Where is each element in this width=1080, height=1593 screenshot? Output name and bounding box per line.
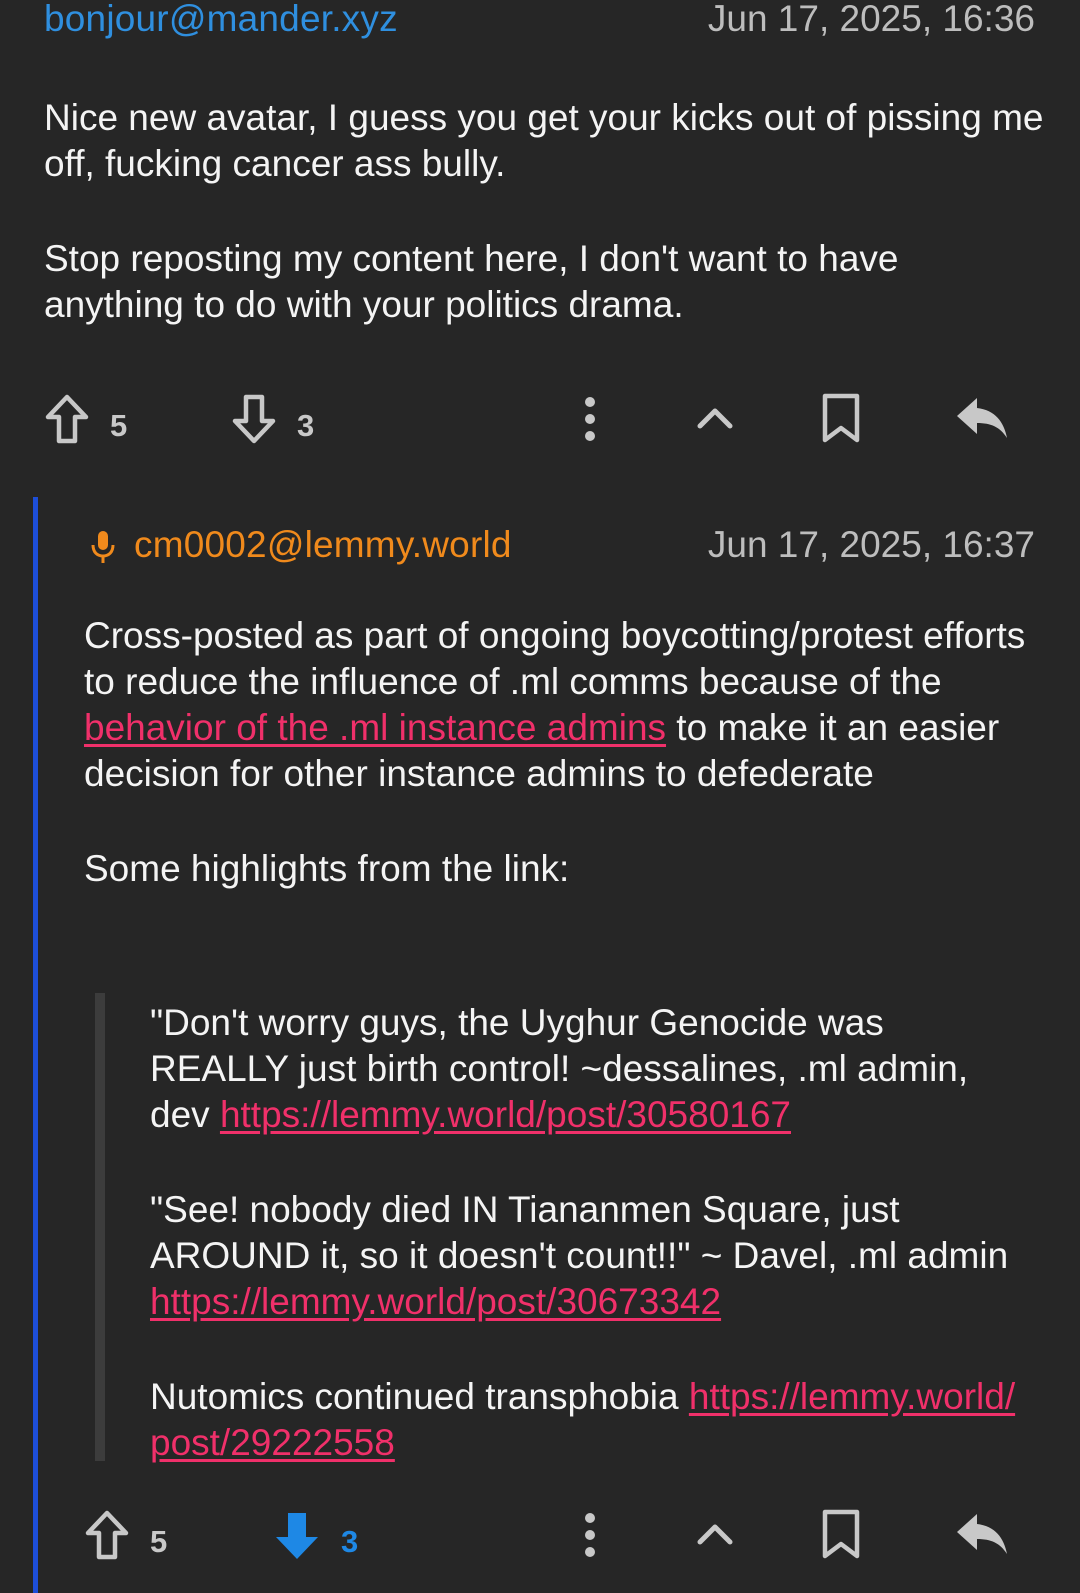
more-vertical-icon[interactable] (580, 396, 600, 442)
admin-behavior-link[interactable]: behavior of the .ml instance admins (84, 707, 666, 748)
upvote-count: 5 (150, 1524, 168, 1559)
blockquote: "Don't worry guys, the Uyghur Genocide w… (150, 1000, 1030, 1515)
quote-text: "See! nobody died IN Tiananmen Square, j… (150, 1189, 1009, 1276)
thread-indent-bar (33, 497, 38, 1593)
upvote-icon[interactable] (44, 394, 90, 444)
bookmark-icon[interactable] (820, 392, 862, 444)
comment-1-username[interactable]: bonjour@mander.xyz (44, 0, 398, 40)
blockquote-bar (95, 993, 105, 1461)
downvote-count: 3 (297, 408, 315, 443)
chevron-up-icon[interactable] (696, 406, 734, 430)
quote-text: Nutomics continued transphobia (150, 1376, 689, 1417)
reply-icon[interactable] (955, 396, 1009, 440)
upvote-icon[interactable] (84, 1510, 130, 1560)
quote-link-1[interactable]: https://lemmy.world/post/30580167 (220, 1094, 791, 1135)
chevron-up-icon[interactable] (696, 1522, 734, 1546)
comment-1-timestamp: Jun 17, 2025, 16:36 (707, 0, 1035, 39)
comment-1-action-bar: 5 3 (0, 390, 1080, 460)
comment-1-body: Nice new avatar, I guess you get your ki… (44, 95, 1044, 377)
downvote-icon[interactable] (231, 394, 277, 444)
downvote-count: 3 (341, 1524, 359, 1559)
comment-2-username[interactable]: cm0002@lemmy.world (134, 524, 512, 566)
microphone-icon (91, 531, 115, 563)
comment-2-paragraph-1: Cross-posted as part of ongoing boycotti… (84, 613, 1034, 797)
comment-2-paragraph-2: Some highlights from the link: (84, 848, 570, 889)
comment-1-paragraph-1: Nice new avatar, I guess you get your ki… (44, 97, 1044, 184)
comment-2-timestamp: Jun 17, 2025, 16:37 (707, 524, 1035, 565)
quote-item-3: Nutomics continued transphobia https://l… (150, 1374, 1030, 1466)
comment-1-paragraph-2: Stop reposting my content here, I don't … (44, 238, 899, 325)
reply-icon[interactable] (955, 1512, 1009, 1556)
comment-2-body: Cross-posted as part of ongoing boycotti… (84, 613, 1034, 941)
upvote-count: 5 (110, 408, 128, 443)
quote-link-2[interactable]: https://lemmy.world/post/30673342 (150, 1281, 721, 1322)
quote-item-1: "Don't worry guys, the Uyghur Genocide w… (150, 1000, 1030, 1138)
downvote-active-icon[interactable] (274, 1510, 320, 1562)
more-vertical-icon[interactable] (580, 1512, 600, 1558)
comment-2-action-bar: 5 3 (0, 1506, 1080, 1576)
comment-1: bonjour@mander.xyz Jun 17, 2025, 16:36 N… (0, 0, 1080, 490)
paragraph-text: Cross-posted as part of ongoing boycotti… (84, 615, 1026, 702)
quote-item-2: "See! nobody died IN Tiananmen Square, j… (150, 1187, 1030, 1325)
bookmark-icon[interactable] (820, 1508, 862, 1560)
